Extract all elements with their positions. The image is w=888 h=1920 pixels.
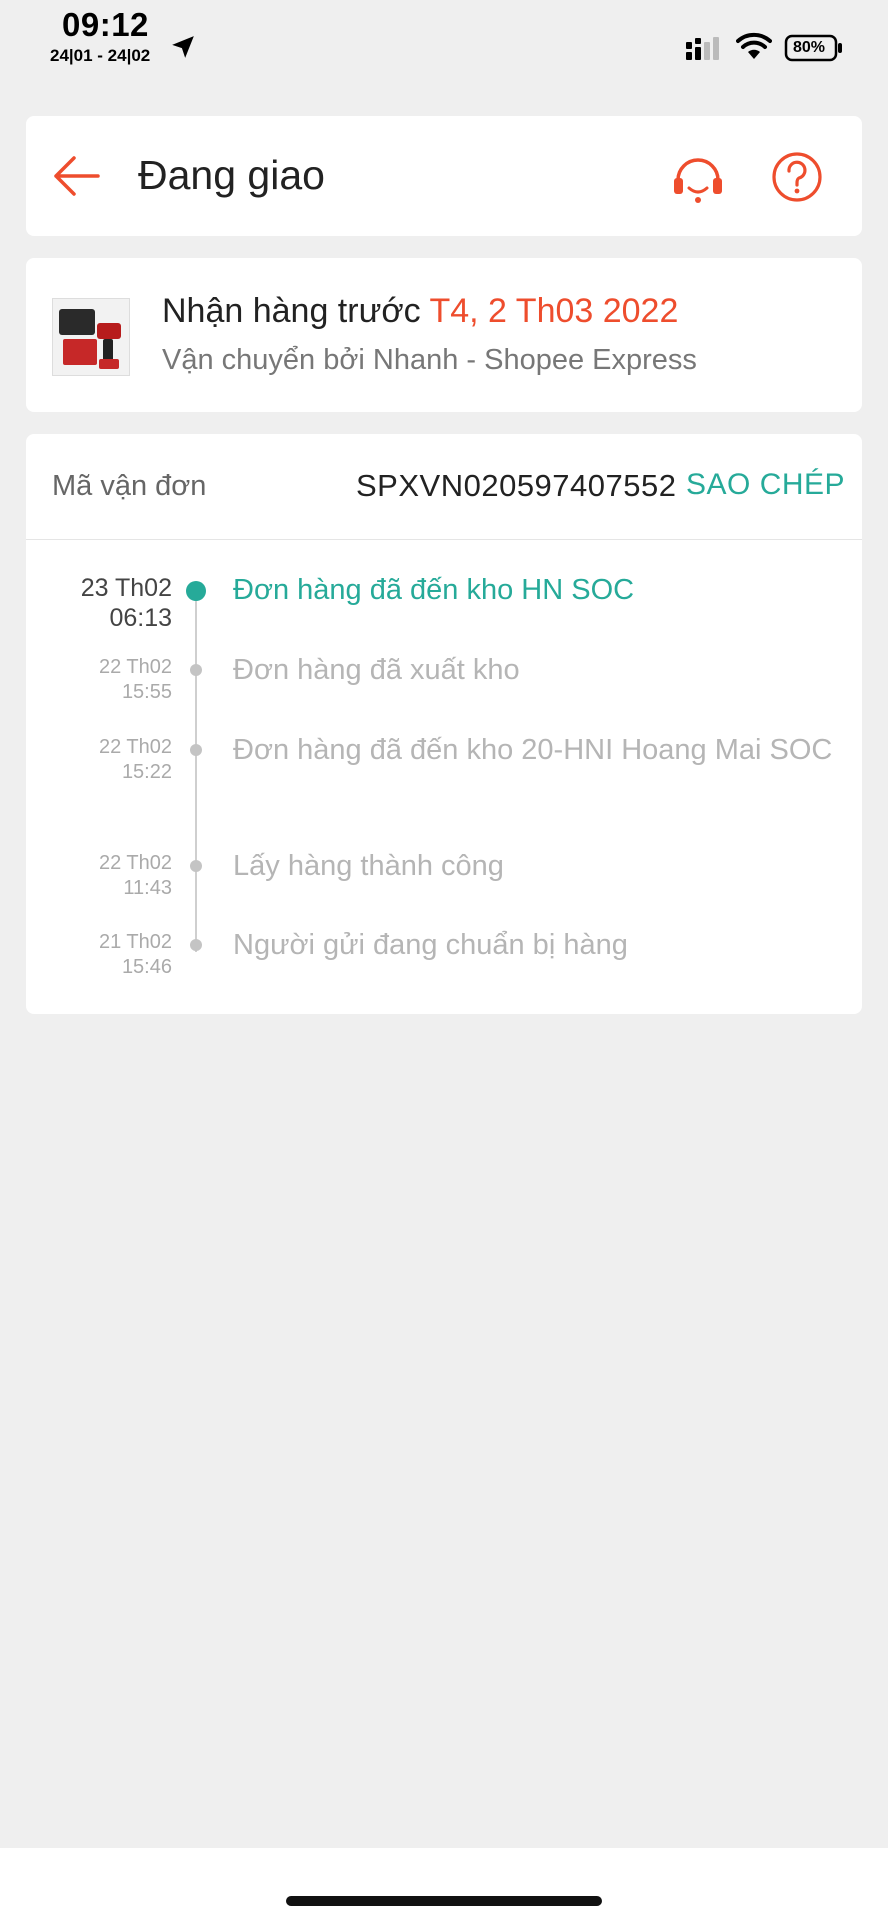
product-thumbnail [52,298,130,376]
event-time: 06:13 [109,604,172,632]
eta-prefix: Nhận hàng trước [162,292,421,330]
carrier-info: Vận chuyển bởi Nhanh - Shopee Express [162,344,697,376]
arrow-left-icon [54,156,100,196]
dot-icon [190,664,202,676]
dot-icon [190,939,202,951]
help-button[interactable] [770,150,824,204]
estimated-delivery: Nhận hàng trước T4, 2 Th03 2022 [162,292,678,331]
event-text: Đơn hàng đã xuất kho [233,654,520,686]
event-text: Người gửi đang chuẩn bị hàng [233,929,628,961]
copy-button[interactable]: SAO CHÉP [686,468,845,502]
event-text: Đơn hàng đã đến kho 20-HNI Hoang Mai SOC [233,734,833,766]
header-bar: Đang giao [26,116,862,236]
question-circle-icon [772,152,822,202]
location-arrow-icon [172,36,194,58]
event-time: 11:43 [123,877,172,899]
tracking-card: Mã vận đơn SPXVN020597407552 SAO CHÉP 23… [26,434,862,1014]
dot-icon [190,860,202,872]
event-date: 22 Th02 [98,656,172,678]
eta-date: T4, 2 Th03 2022 [429,292,679,330]
status-date-range: 24|01 - 24|02 [50,46,151,65]
battery-percentage: 80% [793,39,826,56]
wifi-icon [736,32,772,59]
cellular-signal-icon [686,37,719,60]
timeline-line [195,592,197,952]
event-text: Đơn hàng đã đến kho HN SOC [233,574,635,606]
status-time: 09:12 [62,6,149,43]
home-indicator-area [0,1848,888,1920]
event-time: 15:46 [121,956,172,978]
tracking-number: SPXVN020597407552 [356,468,677,503]
home-indicator[interactable] [286,1896,602,1906]
delivery-info-card: Nhận hàng trước T4, 2 Th03 2022 Vận chuy… [26,258,862,412]
event-text: Lấy hàng thành công [233,850,504,882]
page-title: Đang giao [138,152,325,198]
event-time: 15:55 [121,681,172,703]
tracking-number-row: Mã vận đơn SPXVN020597407552 SAO CHÉP [26,434,862,540]
event-date: 22 Th02 [98,736,172,758]
product-image-icon [53,299,129,375]
dot-icon [190,744,202,756]
event-date: 23 Th02 [80,574,172,602]
event-time: 15:22 [121,761,172,783]
tracking-label: Mã vận đơn [52,470,207,502]
event-date: 22 Th02 [98,852,172,874]
back-button[interactable] [48,148,108,204]
active-dot-icon [186,581,206,601]
status-bar: 09:12 24|01 - 24|02 80% [0,0,888,100]
headset-icon [674,158,722,203]
customer-support-button[interactable] [670,150,726,206]
event-date: 21 Th02 [98,931,172,953]
